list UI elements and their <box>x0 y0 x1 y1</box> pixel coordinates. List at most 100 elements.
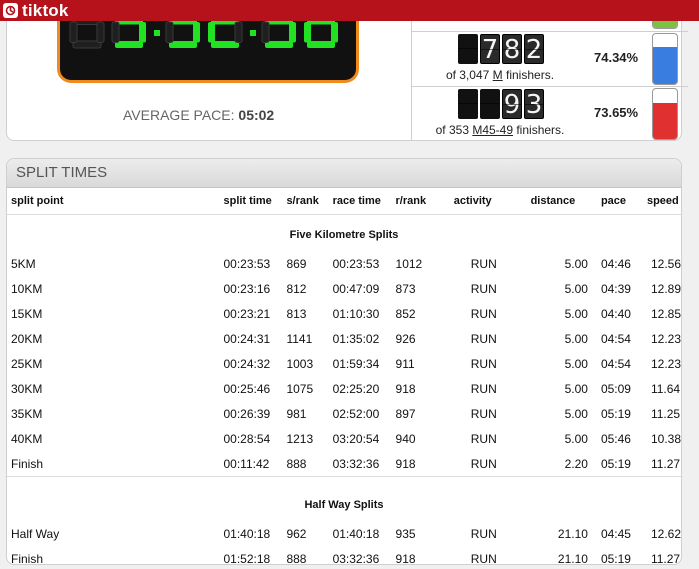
rank-digit: 3 <box>524 89 544 120</box>
brand-bar: tiktok <box>0 0 699 21</box>
clock-colon <box>154 30 160 36</box>
table-cell: RUN <box>470 456 497 471</box>
category-rank-percent: 73.65% <box>594 105 639 120</box>
table-row: 30KM 00:25:46 1075 02:25:20 918 RUN 5.00 05:09 1… <box>7 376 681 401</box>
rank-digit: 8 <box>502 34 522 65</box>
table-cell: 05:19 <box>600 456 631 471</box>
table-row: 35KM 00:26:39 981 02:52:00 897 RUN 5.00 05:19 11… <box>7 401 681 426</box>
table-cell: 1075 <box>286 381 314 396</box>
table-cell: 04:40 <box>600 306 631 321</box>
table-cell: 03:32:36 <box>332 456 380 471</box>
table-cell: 11.64 <box>650 381 681 396</box>
col-speed: speed <box>646 188 681 215</box>
table-cell: Finish <box>11 551 44 565</box>
category-rank-digits: 9 3 <box>458 89 544 120</box>
table-cell: 04:54 <box>600 331 631 346</box>
clock-segment <box>261 21 270 43</box>
table-cell: RUN <box>470 381 497 396</box>
col-activity: activity <box>453 188 531 215</box>
table-cell: 897 <box>395 406 416 421</box>
rank-of-prefix: of 353 <box>435 123 473 137</box>
five-km-splits-title: Five Kilometre Splits <box>289 229 399 241</box>
table-cell: 1003 <box>286 356 314 371</box>
rank-of-suffix: finishers. <box>513 123 565 137</box>
table-cell: 01:40:18 <box>223 526 271 541</box>
table-cell: RUN <box>470 551 497 565</box>
table-cell: 918 <box>395 381 416 396</box>
table-cell: RUN <box>470 356 497 371</box>
average-pace: AVERAGE PACE: 05:02 <box>123 107 274 123</box>
table-cell: 12.85 <box>650 306 681 321</box>
clock-segment <box>265 41 293 48</box>
table-cell: 00:23:21 <box>223 306 271 321</box>
table-cell: 12.23 <box>650 331 681 346</box>
clock-segment <box>139 22 146 43</box>
category-link-m[interactable]: M <box>493 68 503 82</box>
table-cell: 11.27 <box>650 456 681 471</box>
table-row: 10KM 00:23:16 812 00:47:09 873 RUN 5.00 04:39 12… <box>7 276 681 301</box>
table-cell: 03:32:36 <box>332 551 380 565</box>
rank-of-prefix: of 3,047 <box>445 68 493 82</box>
table-cell: 12.62 <box>650 526 681 541</box>
col-r-rank: r/rank <box>395 188 454 215</box>
table-cell: 01:10:30 <box>332 306 380 321</box>
table-cell: 935 <box>395 526 416 541</box>
result-panel: AVERAGE PACE: 05:02 7 8 2 of 3,047 M fin… <box>6 0 688 141</box>
table-cell: Finish <box>11 456 44 471</box>
table-cell: 11.27 <box>650 551 681 565</box>
rank-digit: 9 <box>502 89 522 120</box>
table-cell: 5KM <box>11 256 36 271</box>
rank-digit <box>480 89 500 119</box>
table-cell: 01:59:34 <box>332 356 380 371</box>
table-cell: RUN <box>470 431 497 446</box>
table-cell: 11.25 <box>650 406 681 421</box>
table-cell: 5.00 <box>564 306 588 321</box>
table-cell: 00:28:54 <box>223 431 271 446</box>
table-cell: RUN <box>470 306 497 321</box>
table-cell: 5.00 <box>564 381 588 396</box>
table-cell: 01:35:02 <box>332 331 380 346</box>
table-cell: Half Way <box>11 526 60 541</box>
table-cell: 04:39 <box>600 281 631 296</box>
table-cell: 1213 <box>286 431 314 446</box>
table-cell: 10KM <box>11 281 43 296</box>
table-cell: 01:40:18 <box>332 526 380 541</box>
clock-segment <box>211 41 239 48</box>
table-row: 15KM 00:23:21 813 01:10:30 852 RUN 5.00 04:40 12… <box>7 301 681 326</box>
split-times-body: Five Kilometre Splits 5KM 00:23:53 869 00:2… <box>7 215 681 565</box>
category-gauge-fill <box>653 102 677 139</box>
category-link-m45-49[interactable]: M45-49 <box>472 123 513 137</box>
table-cell: 35KM <box>11 406 43 421</box>
gender-gauge-fill <box>653 47 677 84</box>
table-cell: RUN <box>470 256 497 271</box>
clock-segment <box>165 21 174 43</box>
table-cell: 00:25:46 <box>223 381 271 396</box>
rank-digit <box>458 89 478 119</box>
col-distance: distance <box>530 188 601 215</box>
table-cell: 21.10 <box>557 551 588 565</box>
rank-digit: 2 <box>524 34 544 65</box>
category-rank: 9 3 of 353 M45-49 finishers. 73.65% <box>412 86 688 140</box>
brand-name[interactable]: tiktok <box>22 1 69 21</box>
table-cell: 5.00 <box>564 431 588 446</box>
table-cell: 00:11:42 <box>223 456 270 471</box>
section-title-row: Five Kilometre Splits <box>7 215 681 252</box>
category-rank-text: of 353 M45-49 finishers. <box>412 123 588 137</box>
clock-segment <box>115 41 143 48</box>
col-split-point: split point <box>7 188 224 215</box>
table-cell: 873 <box>395 281 416 296</box>
table-cell: 05:19 <box>600 551 631 565</box>
section-divider <box>7 476 681 485</box>
table-cell: 30KM <box>11 381 43 396</box>
rank-digit: 7 <box>480 34 500 65</box>
clock-segment <box>169 41 197 48</box>
table-row: 25KM 00:24:32 1003 01:59:34 911 RUN 5.00 04:54 1… <box>7 351 681 376</box>
table-cell: RUN <box>470 331 497 346</box>
table-cell: 962 <box>286 526 307 541</box>
table-cell: RUN <box>470 281 497 296</box>
rank-digit <box>458 34 478 64</box>
tiktok-logo-icon[interactable] <box>3 3 18 18</box>
split-times-panel: SPLIT TIMES split point split time s/ran… <box>6 158 682 565</box>
table-cell: 00:23:53 <box>223 256 271 271</box>
table-cell: 00:47:09 <box>332 281 380 296</box>
